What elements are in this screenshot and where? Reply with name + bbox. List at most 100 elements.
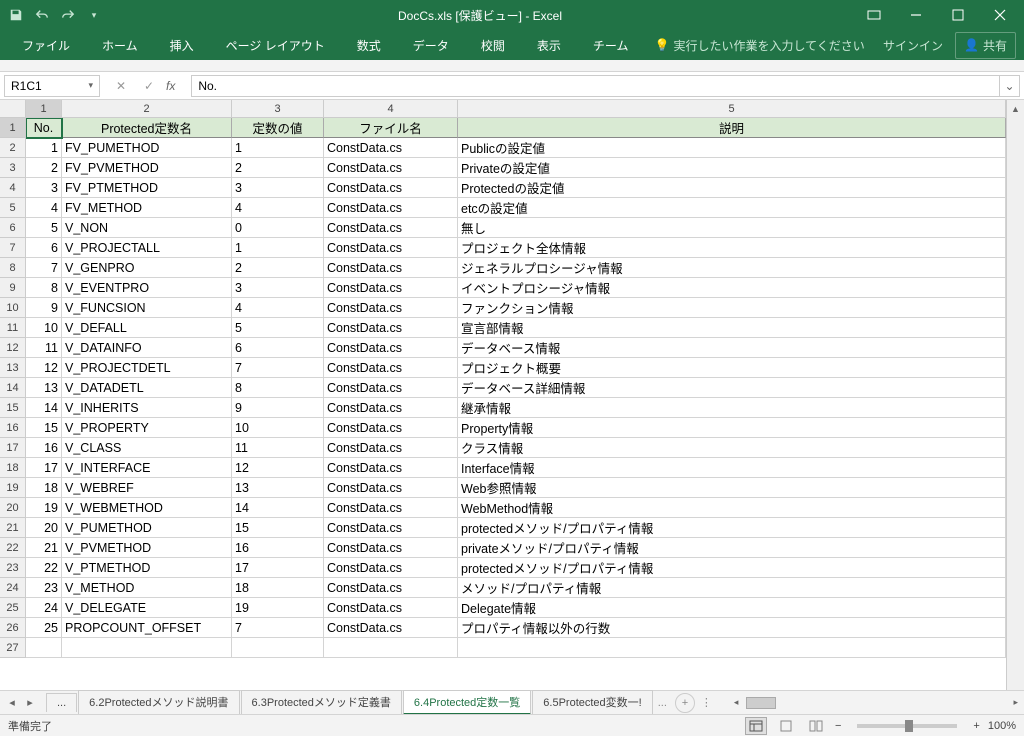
cell[interactable]: ConstData.cs (324, 378, 458, 398)
cell[interactable]: クラス情報 (458, 438, 1006, 458)
cell[interactable]: 3 (26, 178, 62, 198)
cell[interactable]: 14 (232, 498, 324, 518)
cell[interactable]: ConstData.cs (324, 158, 458, 178)
cancel-formula-button[interactable]: ✕ (108, 75, 134, 97)
cell[interactable]: 3 (232, 278, 324, 298)
minimize-button[interactable] (896, 1, 936, 29)
cell[interactable]: 11 (26, 338, 62, 358)
ribbon-tab-view[interactable]: 表示 (523, 33, 575, 58)
cell[interactable]: PROPCOUNT_OFFSET (62, 618, 232, 638)
cell[interactable]: 19 (26, 498, 62, 518)
zoom-slider[interactable] (857, 724, 957, 728)
cell[interactable]: 18 (26, 478, 62, 498)
row-header[interactable]: 20 (0, 498, 26, 518)
signin-link[interactable]: サインイン (883, 37, 943, 54)
cell[interactable]: ConstData.cs (324, 198, 458, 218)
row-header[interactable]: 18 (0, 458, 26, 478)
cell[interactable]: V_FUNCSION (62, 298, 232, 318)
cell[interactable]: etcの設定値 (458, 198, 1006, 218)
maximize-button[interactable] (938, 1, 978, 29)
ribbon-tab-pagelayout[interactable]: ページ レイアウト (212, 33, 339, 58)
undo-button[interactable] (30, 3, 54, 27)
cell[interactable]: 9 (232, 398, 324, 418)
name-box-dropdown-icon[interactable]: ▾ (88, 80, 93, 91)
cell[interactable]: 無し (458, 218, 1006, 238)
cell[interactable]: ConstData.cs (324, 338, 458, 358)
sheet-nav-prev[interactable]: ◂ (4, 696, 20, 709)
row-header[interactable]: 12 (0, 338, 26, 358)
page-layout-view-button[interactable] (775, 717, 797, 735)
cell[interactable]: Interface情報 (458, 458, 1006, 478)
cell[interactable]: Publicの設定値 (458, 138, 1006, 158)
cell[interactable]: Privateの設定値 (458, 158, 1006, 178)
row-header[interactable]: 19 (0, 478, 26, 498)
cell[interactable]: V_PROJECTDETL (62, 358, 232, 378)
cell[interactable]: ConstData.cs (324, 598, 458, 618)
ribbon-tab-file[interactable]: ファイル (8, 33, 84, 58)
normal-view-button[interactable] (745, 717, 767, 735)
cell[interactable]: privateメソッド/プロパティ情報 (458, 538, 1006, 558)
cell[interactable] (458, 638, 1006, 658)
cell[interactable]: 15 (232, 518, 324, 538)
cell[interactable]: V_PROPERTY (62, 418, 232, 438)
row-header[interactable]: 6 (0, 218, 26, 238)
cell[interactable]: 13 (26, 378, 62, 398)
cell[interactable]: FV_PUMETHOD (62, 138, 232, 158)
cell[interactable]: V_EVENTPRO (62, 278, 232, 298)
cell[interactable]: V_NON (62, 218, 232, 238)
row-header[interactable]: 2 (0, 138, 26, 158)
cell[interactable]: 0 (232, 218, 324, 238)
hscroll-left-icon[interactable]: ◂ (734, 697, 739, 708)
column-header[interactable]: 5 (458, 100, 1006, 118)
row-header[interactable]: 13 (0, 358, 26, 378)
cell[interactable]: 7 (232, 358, 324, 378)
table-header-cell[interactable]: 説明 (458, 118, 1006, 138)
sheet-tab-overflow[interactable]: ... (46, 693, 77, 712)
row-header[interactable]: 23 (0, 558, 26, 578)
ribbon-tab-insert[interactable]: 挿入 (156, 33, 208, 58)
cell[interactable]: データベース詳細情報 (458, 378, 1006, 398)
enter-formula-button[interactable]: ✓ (136, 75, 162, 97)
column-header[interactable]: 3 (232, 100, 324, 118)
cell[interactable]: ConstData.cs (324, 478, 458, 498)
row-header[interactable]: 27 (0, 638, 26, 658)
cell[interactable]: ConstData.cs (324, 178, 458, 198)
cell[interactable]: 25 (26, 618, 62, 638)
cell[interactable]: V_METHOD (62, 578, 232, 598)
table-header-cell[interactable]: ファイル名 (324, 118, 458, 138)
vertical-scrollbar[interactable] (1006, 118, 1024, 690)
cell[interactable]: ConstData.cs (324, 238, 458, 258)
cell[interactable] (26, 638, 62, 658)
cell[interactable]: 10 (26, 318, 62, 338)
page-break-view-button[interactable] (805, 717, 827, 735)
table-header-cell[interactable]: 定数の値 (232, 118, 324, 138)
cell[interactable]: 2 (232, 258, 324, 278)
row-header[interactable]: 4 (0, 178, 26, 198)
cell[interactable]: V_PUMETHOD (62, 518, 232, 538)
row-header[interactable]: 22 (0, 538, 26, 558)
cell[interactable]: 4 (26, 198, 62, 218)
cell[interactable]: 5 (26, 218, 62, 238)
row-header[interactable]: 11 (0, 318, 26, 338)
cell[interactable]: 4 (232, 298, 324, 318)
zoom-out-button[interactable]: − (835, 720, 841, 732)
cell[interactable]: 17 (26, 458, 62, 478)
cell[interactable]: 1 (26, 138, 62, 158)
table-header-cell[interactable]: No. (26, 118, 62, 138)
cell[interactable]: V_DATAINFO (62, 338, 232, 358)
cell[interactable]: V_DATADETL (62, 378, 232, 398)
table-header-cell[interactable]: Protected定数名 (62, 118, 232, 138)
ribbon-tab-review[interactable]: 校閲 (467, 33, 519, 58)
select-all-corner[interactable] (0, 100, 26, 118)
cell[interactable]: 6 (232, 338, 324, 358)
column-header[interactable]: 2 (62, 100, 232, 118)
cell[interactable]: 10 (232, 418, 324, 438)
sheet-nav-next[interactable]: ▸ (22, 696, 38, 709)
ribbon-tab-home[interactable]: ホーム (88, 33, 152, 58)
cell[interactable]: ConstData.cs (324, 318, 458, 338)
cell[interactable]: ConstData.cs (324, 398, 458, 418)
cell[interactable]: 1 (232, 238, 324, 258)
cell[interactable]: 2 (232, 158, 324, 178)
cell[interactable]: V_PTMETHOD (62, 558, 232, 578)
cell[interactable]: プロジェクト概要 (458, 358, 1006, 378)
